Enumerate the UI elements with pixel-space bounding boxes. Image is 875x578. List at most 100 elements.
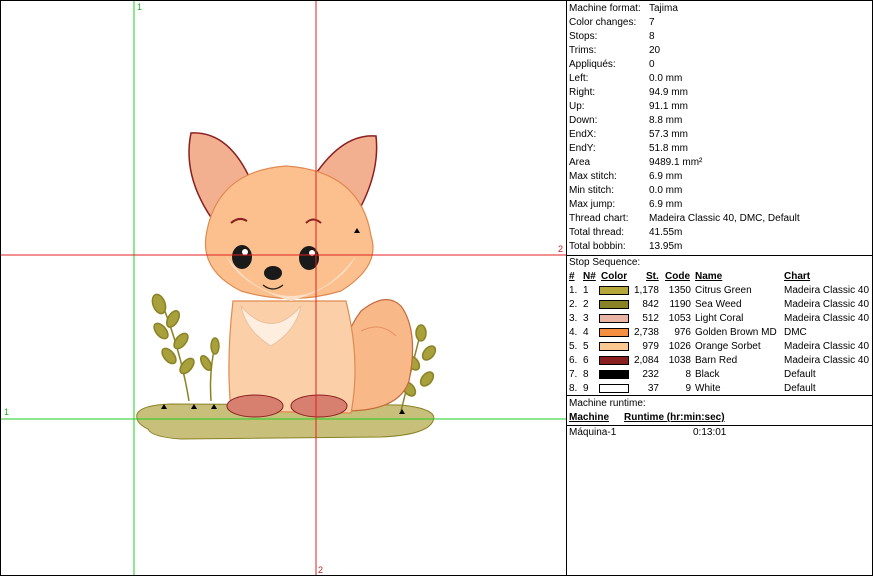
stat-value: 0.0 mm (649, 185, 683, 196)
stop-needle: 4 (583, 327, 589, 338)
stop-stitches: 37 (647, 383, 659, 394)
stop-stitches: 232 (642, 369, 659, 380)
guide-label-left: 1 (4, 407, 10, 417)
stop-num: 6. (569, 355, 578, 366)
stat-label: Color changes: (569, 17, 637, 28)
stop-code: 1190 (669, 299, 691, 310)
stop-code: 1350 (668, 285, 691, 296)
stop-needle: 5 (583, 341, 589, 352)
info-panel: Machine format: Tajima Color changes: 7 Stop… (566, 0, 873, 576)
stop-num: 7. (569, 369, 578, 380)
runtime-title: Machine runtime: (569, 398, 646, 409)
stat-label: EndX: (569, 129, 597, 140)
stop-code: 1038 (668, 355, 691, 366)
stop-code: 1053 (668, 313, 691, 324)
stat-label: Down: (569, 115, 598, 126)
stop-needle: 8 (583, 369, 589, 380)
stop-num: 3. (569, 313, 578, 324)
stop-num: 8. (569, 383, 578, 394)
stop-row: 8. 9 37 9 White Default (567, 382, 872, 396)
stat-label: Area (569, 157, 591, 168)
stop-color-name: Black (695, 369, 720, 380)
stop-chart: Default (784, 369, 816, 380)
stop-chart: Madeira Classic 40 (784, 285, 870, 296)
stat-value: Tajima (649, 3, 678, 14)
stop-stitches: 842 (642, 299, 659, 310)
stat-value: 91.1 mm (649, 101, 688, 112)
fox-design (1, 1, 566, 575)
stop-sequence-title: Stop Sequence: (569, 257, 641, 268)
stop-needle: 6 (583, 355, 589, 366)
stat-label: Total bobbin: (569, 241, 626, 252)
stop-stitches: 979 (642, 341, 659, 352)
color-swatch (599, 300, 629, 309)
stop-color-name: Orange Sorbet (695, 341, 761, 352)
stat-label: EndY: (569, 143, 596, 154)
machine-name: Máquina-1 (569, 427, 617, 438)
stop-needle: 1 (583, 285, 589, 296)
guide-label-top: 1 (137, 2, 143, 12)
stop-color-name: Barn Red (695, 355, 738, 366)
stat-value: 41.55m (649, 227, 683, 238)
stat-value: 51.8 mm (649, 143, 688, 154)
stat-value: 0 (649, 59, 655, 70)
stop-color-name: Golden Brown MD (695, 327, 777, 338)
stat-label: Thread chart: (569, 213, 629, 224)
stop-color-name: Sea Weed (695, 299, 742, 310)
color-swatch (599, 286, 629, 295)
stop-code: 9 (685, 383, 691, 394)
runtime-header: Machine Runtime (hr:min:sec) (569, 412, 725, 423)
stat-label: Max stitch: (569, 171, 617, 182)
fox-nose (264, 266, 282, 280)
stop-chart: Default (784, 383, 816, 394)
stop-color-name: Citrus Green (695, 285, 752, 296)
stop-color-name: White (695, 383, 721, 394)
guide-label-bottom: 2 (318, 565, 324, 575)
color-swatch (599, 384, 629, 393)
fox-paw-left (226, 394, 284, 418)
stat-label: Left: (569, 73, 589, 84)
fox-eye-left (232, 245, 252, 269)
stop-num: 2. (569, 299, 578, 310)
design-preview: 1 1 2 2 (0, 0, 566, 576)
stat-label: Total thread: (569, 227, 625, 238)
guide-label-right: 2 (558, 244, 564, 254)
stat-value: 20 (649, 45, 661, 56)
stat-label: Appliqués: (569, 59, 616, 70)
stat-label: Right: (569, 87, 596, 98)
stop-row: 6. 6 2,084 1038 Barn Red Madeira Classic 40 (567, 354, 872, 368)
stop-stitches: 512 (642, 313, 659, 324)
stop-chart: Madeira Classic 40 (784, 355, 870, 366)
stat-value: 7 (649, 17, 655, 28)
color-swatch (599, 328, 629, 337)
stop-num: 5. (569, 341, 578, 352)
stat-value: 9489.1 mm² (649, 157, 703, 168)
stop-row: 7. 8 232 8 Black Default (567, 368, 872, 382)
stop-row: 1. 1 1,178 1350 Citrus Green Madeira Classic … (567, 284, 872, 298)
stat-value: 6.9 mm (649, 199, 683, 210)
left-plants (151, 293, 220, 402)
stat-label: Machine format: (569, 3, 641, 14)
stop-row: 5. 5 979 1026 Orange Sorbet Madeira Classic 4… (567, 340, 872, 354)
stat-value: 6.9 mm (649, 171, 683, 182)
stop-row: 2. 2 842 1190 Sea Weed Madeira Classic 40 (567, 298, 872, 312)
stop-row: 3. 3 512 1053 Light Coral Madeira Classic 40 (567, 312, 872, 326)
stop-row: 4. 4 2,738 976 Golden Brown MD DMC (567, 326, 872, 340)
stat-label: Stops: (569, 31, 598, 42)
stop-chart: Madeira Classic 40 (784, 313, 870, 324)
stop-chart: Madeira Classic 40 (784, 341, 870, 352)
stat-value: 8.8 mm (649, 115, 683, 126)
stop-code: 976 (674, 327, 691, 338)
runtime-row: Máquina-1 0:13:01 (567, 426, 872, 440)
stat-value: 57.3 mm (649, 129, 688, 140)
stat-value: 0.0 mm (649, 73, 683, 84)
stop-code: 1026 (668, 341, 691, 352)
stop-color-name: Light Coral (695, 313, 744, 324)
stop-sequence-header: # N# Color St. Code Name Chart (569, 271, 811, 282)
stop-code: 8 (685, 369, 691, 380)
stop-num: 1. (569, 285, 578, 296)
fox-paw-right (290, 394, 348, 418)
machine-runtime: 0:13:01 (693, 427, 727, 438)
stop-needle: 9 (583, 383, 589, 394)
stat-label: Max jump: (569, 199, 616, 210)
